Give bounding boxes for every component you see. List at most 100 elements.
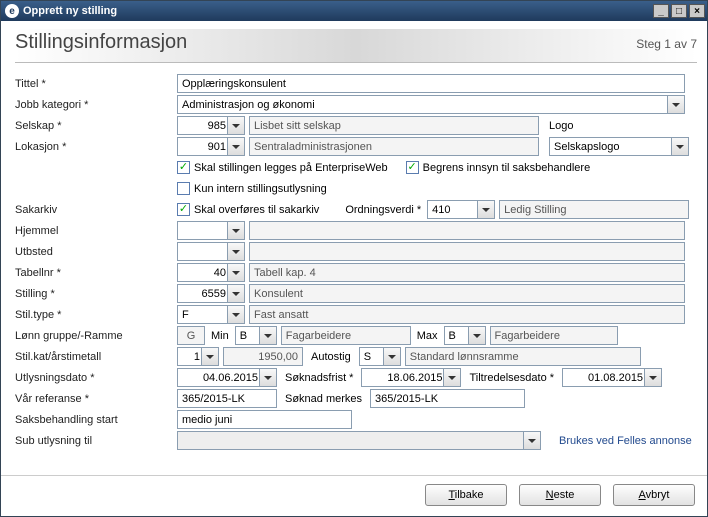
soknadsfrist-picker[interactable]: 18.06.2015 [361, 368, 461, 387]
chevron-down-icon [468, 327, 485, 344]
ordningsverdi-select[interactable]: 410 [427, 200, 495, 219]
tabellnr-select[interactable]: 40 [177, 263, 245, 282]
tabellnr-desc: Tabell kap. 4 [249, 263, 685, 282]
stilkat-select[interactable]: 1 [177, 347, 219, 366]
avbryt-button[interactable]: Avbryt [613, 484, 695, 506]
tabellnr-value: 40 [182, 267, 226, 279]
lonn-max-desc: Fagarbeidere [490, 326, 618, 345]
label-jobbkat: Jobb kategori * [15, 99, 177, 111]
chevron-down-icon [227, 138, 244, 155]
lonn-min-select[interactable]: B [235, 326, 277, 345]
label-stiltype: Stil.type * [15, 309, 177, 321]
label-utbsted: Utbsted [15, 246, 177, 258]
label-hjemmel: Hjemmel [15, 225, 177, 237]
chevron-down-icon [667, 96, 684, 113]
chk-eweb[interactable] [177, 161, 190, 174]
lonn-max-select[interactable]: B [444, 326, 486, 345]
tittel-input[interactable] [177, 74, 685, 93]
chevron-down-icon [259, 369, 276, 386]
tiltredelsesdato-picker[interactable]: 01.08.2015 [562, 368, 662, 387]
label-soknadsfrist: Søknadsfrist * [285, 372, 353, 384]
utbsted-select[interactable] [177, 242, 245, 261]
lokasjon-desc: Sentraladministrasjonen [249, 137, 539, 156]
chevron-down-icon [259, 327, 276, 344]
chevron-down-icon [227, 285, 244, 302]
selskap-desc: Lisbet sitt selskap [249, 116, 539, 135]
tilbake-button[interactable]: Tilbake [425, 484, 507, 506]
chk-eweb-label: Skal stillingen legges på EnterpriseWeb [194, 162, 388, 174]
chk-intern[interactable] [177, 182, 190, 195]
label-min: Min [211, 330, 229, 342]
neste-button[interactable]: Neste [519, 484, 601, 506]
chk-sakarkiv[interactable] [177, 203, 190, 216]
jobbkat-value: Administrasjon og økonomi [182, 99, 666, 111]
stilling-desc: Konsulent [249, 284, 685, 303]
chevron-down-icon [227, 243, 244, 260]
page-header: Stillingsinformasjon Steg 1 av 7 [15, 29, 697, 63]
label-saksbehandling: Saksbehandling start [15, 414, 177, 426]
chevron-down-icon [523, 432, 540, 449]
selskap-value: 985 [182, 120, 226, 132]
subutlysning-select[interactable] [177, 431, 541, 450]
label-utlysningsdato: Utlysningsdato * [15, 372, 177, 384]
ordningsverdi-desc: Ledig Stilling [499, 200, 689, 219]
label-lonngruppe: Lønn gruppe/-Ramme [15, 330, 177, 342]
ordningsverdi-value: 410 [432, 204, 476, 216]
chk-intern-label: Kun intern stillingsutlysning [194, 183, 327, 195]
label-tabellnr: Tabellnr * [15, 267, 177, 279]
chk-begrens-label: Begrens innsyn til saksbehandlere [423, 162, 591, 174]
logo-select[interactable]: Selskapslogo [549, 137, 689, 156]
label-logo: Logo [549, 120, 573, 132]
label-sakarkiv: Sakarkiv [15, 204, 177, 216]
label-lokasjon: Lokasjon * [15, 141, 177, 153]
chevron-down-icon [227, 222, 244, 239]
label-soknadmerkes: Søknad merkes [285, 393, 362, 405]
chevron-down-icon [227, 306, 244, 323]
stiltype-value: F [182, 309, 226, 321]
label-stilling: Stilling * [15, 288, 177, 300]
footer: Tilbake Neste Avbryt [1, 475, 707, 516]
jobbkat-select[interactable]: Administrasjon og økonomi [177, 95, 685, 114]
chevron-down-icon [383, 348, 400, 365]
brukes-felles-text: Brukes ved Felles annonse [559, 435, 692, 447]
chevron-down-icon [227, 117, 244, 134]
stilling-select[interactable]: 6559 [177, 284, 245, 303]
label-varref: Vår referanse * [15, 393, 177, 405]
minimize-button[interactable]: _ [653, 4, 669, 18]
hjemmel-desc [249, 221, 685, 240]
lokasjon-value: 901 [182, 141, 226, 153]
chevron-down-icon [671, 138, 688, 155]
selskap-select[interactable]: 985 [177, 116, 245, 135]
saksbehandling-input[interactable] [177, 410, 352, 429]
chk-begrens[interactable] [406, 161, 419, 174]
autostig-desc: Standard lønnsramme [405, 347, 641, 366]
step-indicator: Steg 1 av 7 [636, 37, 697, 51]
varref-input[interactable] [177, 389, 277, 408]
lokasjon-select[interactable]: 901 [177, 137, 245, 156]
titlebar: e Opprett ny stilling _ □ × [1, 1, 707, 21]
soknadmerkes-input[interactable] [370, 389, 525, 408]
lonn-min-desc: Fagarbeidere [281, 326, 411, 345]
label-autostig: Autostig [311, 351, 351, 363]
chevron-down-icon [644, 369, 661, 386]
chevron-down-icon [443, 369, 460, 386]
label-stilkat: Stil.kat/årstimetall [15, 351, 177, 363]
autostig-select[interactable]: S [359, 347, 401, 366]
chevron-down-icon [477, 201, 494, 218]
stilling-value: 6559 [182, 288, 226, 300]
label-tittel: Tittel * [15, 78, 177, 90]
page-title: Stillingsinformasjon [15, 31, 636, 54]
stiltype-select[interactable]: F [177, 305, 245, 324]
hjemmel-select[interactable] [177, 221, 245, 240]
utlysningsdato-picker[interactable]: 04.06.2015 [177, 368, 277, 387]
chk-sakarkiv-label: Skal overføres til sakarkiv [194, 204, 319, 216]
stilkat-amount: 1950,00 [223, 347, 303, 366]
app-icon: e [5, 4, 19, 18]
label-subutlysning: Sub utlysning til [15, 435, 177, 447]
lonn-g: G [177, 326, 205, 345]
maximize-button[interactable]: □ [671, 4, 687, 18]
close-button[interactable]: × [689, 4, 705, 18]
label-selskap: Selskap * [15, 120, 177, 132]
chevron-down-icon [201, 348, 218, 365]
chevron-down-icon [227, 264, 244, 281]
